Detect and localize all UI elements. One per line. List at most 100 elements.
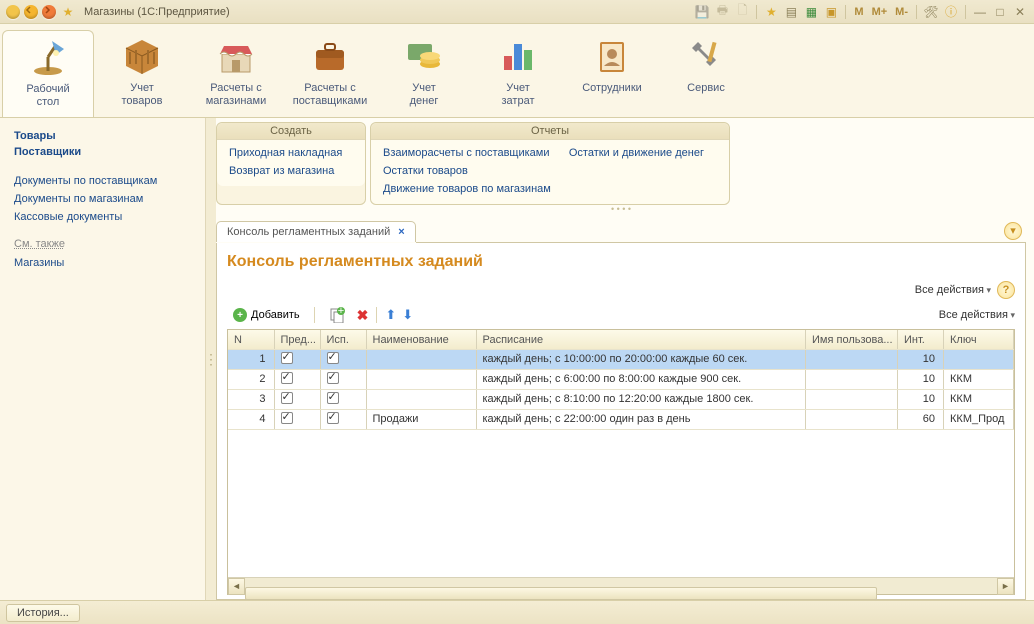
table-row[interactable]: 4Продажикаждый день; с 22:00:00 один раз… [228,409,1014,429]
plus-icon: + [233,308,247,322]
close-icon[interactable]: ✕ [1012,4,1028,20]
grid: N Пред... Исп. Наименование Расписание И… [227,329,1015,595]
cell-pred[interactable] [274,389,320,409]
create-shop-return[interactable]: Возврат из магазина [229,162,353,180]
cell-schedule: каждый день; с 22:00:00 один раз в день [476,409,806,429]
report-goods-movement[interactable]: Движение товаров по магазинам [383,180,551,198]
preview-icon[interactable]: 🗋 [734,4,750,20]
file-tab-close-icon[interactable]: × [398,226,404,238]
cell-name [366,389,476,409]
m-minus-button[interactable]: M- [893,6,910,18]
delete-button[interactable]: ✖ [357,307,369,324]
cell-key: ККМ [944,369,1014,389]
save-icon[interactable]: 💾 [694,4,710,20]
cell-pred[interactable] [274,349,320,369]
sidebar-item-supplier-docs[interactable]: Документы по поставщикам [14,172,191,190]
col-name[interactable]: Наименование [366,330,476,349]
cell-key: ККМ_Прод [944,409,1014,429]
sidebar-item-suppliers[interactable]: Поставщики [14,144,191,160]
col-schedule[interactable]: Расписание [476,330,806,349]
col-pred[interactable]: Пред... [274,330,320,349]
cell-isp[interactable] [320,409,366,429]
ribbon-tab-costs[interactable]: Учет затрат [472,30,564,117]
all-actions-top[interactable]: Все действия [915,284,991,296]
print-icon[interactable]: 🖶 [714,4,730,20]
cell-isp[interactable] [320,369,366,389]
cell-isp[interactable] [320,349,366,369]
maximize-icon[interactable]: □ [992,4,1008,20]
calculator-icon[interactable]: ▦ [803,4,819,20]
report-supplier-settlements[interactable]: Взаиморасчеты с поставщиками [383,144,551,162]
sidebar-item-shops[interactable]: Магазины [14,254,191,272]
tasks-table[interactable]: N Пред... Исп. Наименование Расписание И… [228,330,1014,430]
report-stock-balance[interactable]: Остатки товаров [383,162,551,180]
panel-resize-grip[interactable]: • • • • [216,205,1026,213]
scroll-thumb[interactable] [245,587,877,600]
create-income-invoice[interactable]: Приходная накладная [229,144,353,162]
favorite-icon[interactable]: ★ [763,4,779,20]
cell-schedule: каждый день; с 10:00:00 по 20:00:00 кажд… [476,349,806,369]
add-button[interactable]: + Добавить [227,306,306,324]
col-int[interactable]: Инт. [898,330,944,349]
ribbon-tab-desktop[interactable]: Рабочий стол [2,30,94,117]
report-money-balance[interactable]: Остатки и движение денег [569,144,704,162]
sidebar-item-goods[interactable]: Товары [14,128,191,144]
col-user[interactable]: Имя пользова... [806,330,898,349]
shop-icon [214,34,258,78]
scroll-left-icon[interactable]: ◄ [228,578,245,595]
ribbon-tab-staff[interactable]: Сотрудники [566,30,658,117]
ribbon-tab-supplier-calc[interactable]: Расчеты с поставщиками [284,30,376,117]
ribbon-tab-money[interactable]: Учет денег [378,30,470,117]
sidebar-splitter[interactable] [206,118,216,600]
cell-int: 10 [898,369,944,389]
table-row[interactable]: 3каждый день; с 8:10:00 по 12:20:00 кажд… [228,389,1014,409]
copy-button[interactable]: + [323,305,351,325]
coins-icon [402,34,446,78]
ribbon-tab-goods[interactable]: Учет товаров [96,30,188,117]
info-icon[interactable]: ⓘ [943,4,959,20]
all-actions-toolbar[interactable]: Все действия [939,309,1015,321]
reports-panel: Отчеты Взаиморасчеты с поставщиками Оста… [370,122,730,205]
sidebar-item-shop-docs[interactable]: Документы по магазинам [14,190,191,208]
reports-panel-title: Отчеты [371,123,729,140]
calendar-icon[interactable]: ▣ [823,4,839,20]
help-icon[interactable]: ? [997,281,1015,299]
ribbon-tab-shop-calc[interactable]: Расчеты с магазинами [190,30,282,117]
bar-chart-icon [496,34,540,78]
table-row[interactable]: 2каждый день; с 6:00:00 по 8:00:00 кажды… [228,369,1014,389]
horizontal-scrollbar[interactable]: ◄ ► [228,577,1014,594]
col-n[interactable]: N [228,330,274,349]
table-row[interactable]: 1каждый день; с 10:00:00 по 20:00:00 каж… [228,349,1014,369]
history-button[interactable]: История... [6,604,80,622]
list-icon[interactable]: ▤ [783,4,799,20]
ribbon: Рабочий стол Учет товаров Расчеты с мага… [0,24,1034,118]
cell-isp[interactable] [320,389,366,409]
sidebar-item-cash-docs[interactable]: Кассовые документы [14,208,191,226]
m-plus-button[interactable]: M+ [870,6,890,18]
cell-schedule: каждый день; с 6:00:00 по 8:00:00 каждые… [476,369,806,389]
scroll-right-icon[interactable]: ► [997,578,1014,595]
dropdown-toggle-icon[interactable]: ▾ [1004,222,1022,240]
m-button[interactable]: M [852,6,865,18]
cell-schedule: каждый день; с 8:10:00 по 12:20:00 кажды… [476,389,806,409]
cell-pred[interactable] [274,369,320,389]
settings-icon[interactable]: 🛠 [923,4,939,20]
nav-forward-icon[interactable] [42,5,56,19]
cell-pred[interactable] [274,409,320,429]
table-header-row: N Пред... Исп. Наименование Расписание И… [228,330,1014,349]
col-key[interactable]: Ключ [944,330,1014,349]
move-up-button[interactable]: ⬆ [385,307,396,323]
file-tab-console[interactable]: Консоль регламентных заданий × [216,221,416,242]
cell-name [366,349,476,369]
minimize-icon[interactable]: — [972,4,988,20]
addressbook-icon [590,34,634,78]
ribbon-tab-service[interactable]: Сервис [660,30,752,117]
cell-user [806,369,898,389]
col-isp[interactable]: Исп. [320,330,366,349]
star-icon[interactable]: ★ [60,4,76,20]
cell-n: 4 [228,409,274,429]
cell-int: 10 [898,389,944,409]
nav-back-icon[interactable] [24,5,38,19]
page-title: Консоль регламентных заданий [227,253,1015,271]
move-down-button[interactable]: ⬇ [402,307,413,323]
